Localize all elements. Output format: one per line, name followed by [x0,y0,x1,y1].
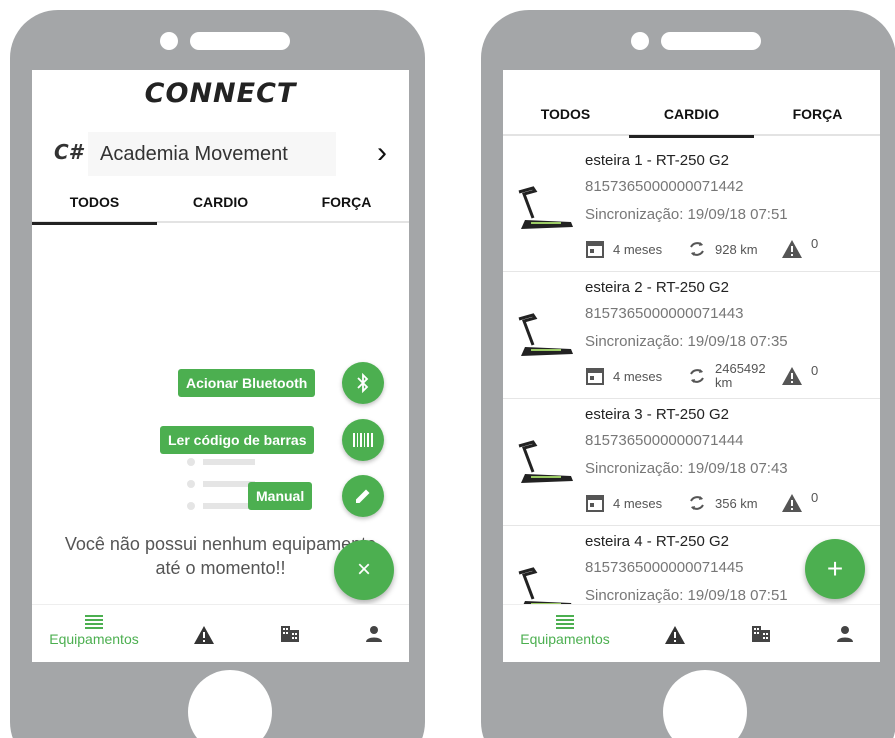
tab-cardio[interactable]: CARDIO [158,183,283,223]
equipment-name: esteira 1 - RT-250 G2 [585,152,729,169]
equipment-name: esteira 4 - RT-250 G2 [585,533,729,550]
distance-stat: 2465492 km [687,362,771,390]
treadmill-image [518,440,573,483]
equipment-sync: Sincronização: 19/09/18 07:35 [585,333,788,350]
nav-equipments[interactable]: Equipamentos [32,605,156,662]
calendar-icon [586,368,604,385]
screen-equipment-list: TODOS CARDIO FORÇA esteira 1 - RT-250 G2… [503,70,880,662]
academy-selector[interactable]: C# Academia Movement › [32,132,409,176]
pencil-icon [356,489,370,503]
tab-cardio[interactable]: CARDIO [629,92,754,138]
nav-alerts[interactable] [653,605,697,662]
bluetooth-action-label[interactable]: Acionar Bluetooth [178,369,316,397]
warning-icon [665,626,685,644]
category-tabs: TODOS CARDIO FORÇA [503,92,880,138]
warning-icon [194,626,214,644]
age-stat: 4 meses [585,363,662,389]
barcode-action-label[interactable]: Ler código de barras [160,426,315,454]
list-item[interactable]: esteira 3 - RT-250 G2 815736500000007144… [503,400,880,526]
equipment-sync: Sincronização: 19/09/18 07:51 [585,587,788,604]
equipment-sync: Sincronização: 19/09/18 07:43 [585,460,788,477]
nav-equipments-label: Equipamentos [49,631,139,647]
equipment-list: esteira 1 - RT-250 G2 815736500000007144… [503,146,880,604]
warning-icon [782,240,802,258]
treadmill-image [518,313,573,356]
alerts-stat: 0 [781,363,818,389]
building-icon [281,626,299,642]
person-icon [366,626,382,642]
distance-stat: 356 km [687,490,758,516]
equipment-stats: 4 meses 928 km 0 [585,236,865,262]
equipment-serial: 8157365000000071444 [585,432,744,449]
nav-alerts[interactable] [182,605,226,662]
nav-profile[interactable] [352,605,396,662]
list-icon [85,615,103,629]
speaker [190,32,290,50]
phone-frame-left: CONNECT C# Academia Movement › TODOS CAR… [10,10,425,738]
sync-icon [690,369,704,383]
calendar-icon [586,495,604,512]
list-item[interactable]: esteira 1 - RT-250 G2 815736500000007144… [503,146,880,272]
equipment-sync: Sincronização: 19/09/18 07:51 [585,206,788,223]
home-button[interactable] [188,670,272,738]
warning-icon [782,367,802,385]
phone-frame-right: TODOS CARDIO FORÇA esteira 1 - RT-250 G2… [481,10,895,738]
warning-icon [782,494,802,512]
nav-profile[interactable] [823,605,867,662]
sync-icon [690,496,704,510]
age-stat: 4 meses [585,236,662,262]
bottom-navigation: Equipamentos [503,604,880,662]
camera [631,32,649,50]
chevron-right-icon[interactable]: › [377,136,387,170]
screen-add-equipment: CONNECT C# Academia Movement › TODOS CAR… [32,70,409,662]
equipment-serial: 8157365000000071443 [585,305,744,322]
connect-logo: CONNECT [144,78,297,109]
age-stat: 4 meses [585,490,662,516]
list-icon [556,615,574,629]
close-fab[interactable]: × [334,540,394,600]
bluetooth-icon [357,373,369,393]
category-tabs: TODOS CARDIO FORÇA [32,183,409,225]
treadmill-image [518,567,572,604]
barcode-action-button[interactable] [342,419,384,461]
calendar-icon [586,241,604,258]
empty-list-illustration [187,455,257,521]
nav-equipments[interactable]: Equipamentos [503,605,627,662]
alerts-stat: 0 [781,490,818,516]
tab-forca[interactable]: FORÇA [284,183,409,223]
list-item[interactable]: esteira 2 - RT-250 G2 815736500000007144… [503,273,880,399]
tab-todos[interactable]: TODOS [503,92,628,136]
equipment-serial: 8157365000000071442 [585,178,744,195]
barcode-icon [353,433,373,447]
manual-action-button[interactable] [342,475,384,517]
equipment-name: esteira 3 - RT-250 G2 [585,406,729,423]
speaker [661,32,761,50]
manual-action-label[interactable]: Manual [248,482,313,510]
distance-stat: 928 km [687,236,758,262]
home-button[interactable] [663,670,747,738]
nav-equipments-label: Equipamentos [520,631,610,647]
tab-forca[interactable]: FORÇA [755,92,880,136]
nav-academies[interactable] [739,605,783,662]
add-equipment-fab[interactable]: + [805,539,865,599]
equipment-name: esteira 2 - RT-250 G2 [585,279,729,296]
sync-icon [690,242,704,256]
equipment-serial: 8157365000000071445 [585,559,744,576]
bottom-navigation: Equipamentos [32,604,409,662]
person-icon [837,626,853,642]
alerts-stat: 0 [781,236,818,262]
equipment-stats: 4 meses 356 km 0 [585,490,865,516]
tab-todos[interactable]: TODOS [32,183,157,225]
building-icon [752,626,770,642]
academy-logo-icon: C# [54,140,83,164]
bluetooth-action-button[interactable] [342,362,384,404]
academy-name[interactable]: Academia Movement [88,132,336,176]
nav-academies[interactable] [268,605,312,662]
equipment-stats: 4 meses 2465492 km 0 [585,362,865,390]
camera [160,32,178,50]
treadmill-image [518,186,573,229]
